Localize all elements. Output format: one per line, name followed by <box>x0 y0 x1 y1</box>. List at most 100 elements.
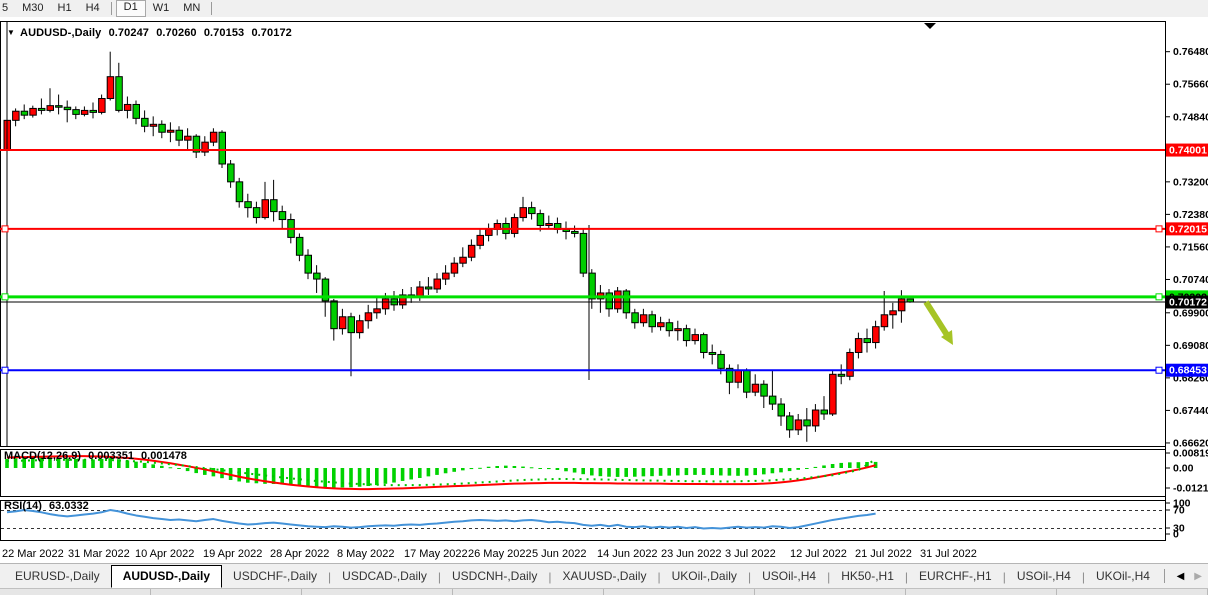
date-axis-label: 12 Jul 2022 <box>790 548 847 560</box>
tab-usdchfdaily[interactable]: USDCHF-,Daily <box>222 566 328 587</box>
macd-label: MACD(12,26,9) 0.003351 0.001478 <box>4 450 191 462</box>
chart-dropdown-icon[interactable]: ▼ <box>7 28 15 37</box>
tab-scroll-left-icon[interactable]: ◀ <box>1177 571 1185 582</box>
candle-body <box>529 208 536 214</box>
candle-body <box>812 410 819 426</box>
candle-body <box>38 108 45 110</box>
price-axis-label: 0.73200 <box>1173 176 1208 188</box>
macd-histogram-bar <box>822 465 826 468</box>
macd-histogram-bar <box>358 468 362 487</box>
candle-body <box>572 231 579 233</box>
tab-scroll-divider <box>1164 569 1165 583</box>
tab-separator: | <box>438 570 441 584</box>
tab-audusddaily[interactable]: AUDUSD-,Daily <box>111 565 222 588</box>
date-axis-label: 31 Mar 2022 <box>68 548 130 560</box>
ohlc-open: 0.70247 <box>109 27 149 39</box>
date-axis-label: 14 Jun 2022 <box>597 548 658 560</box>
candle-body <box>331 301 338 329</box>
candle-body <box>692 335 699 341</box>
macd-histogram-bar <box>461 468 465 470</box>
macd-histogram-bar <box>564 468 568 471</box>
candle-body <box>357 321 364 333</box>
macd-histogram-bar <box>444 468 448 473</box>
date-axis-label: 5 Jun 2022 <box>532 548 586 560</box>
candle-body <box>210 132 217 142</box>
tab-ukoildaily[interactable]: UKOil-,Daily <box>661 566 748 587</box>
tab-hk50h1[interactable]: HK50-,H1 <box>830 566 905 587</box>
price-axis-label: 0.67440 <box>1173 405 1208 417</box>
macd-histogram-bar <box>599 468 603 476</box>
macd-histogram-bar <box>237 468 241 481</box>
chart-svg[interactable]: 0.764800.756600.748400.732000.723800.715… <box>0 0 1208 593</box>
macd-histogram-bar <box>771 468 775 473</box>
macd-histogram-bar <box>702 468 706 475</box>
ohlc-high: 0.70260 <box>156 27 196 39</box>
tab-usoilh4[interactable]: USOil-,H4 <box>1006 566 1082 587</box>
tab-xauusddaily[interactable]: XAUUSD-,Daily <box>551 566 657 587</box>
candle-body <box>116 77 123 111</box>
macd-histogram-bar <box>590 468 594 475</box>
tab-separator: | <box>905 570 908 584</box>
macd-histogram-bar <box>366 468 370 486</box>
tab-usoilh4[interactable]: USOil-,H4 <box>751 566 827 587</box>
symbol-tabs: EURUSD-,DailyAUDUSD-,DailyUSDCHF-,Daily |… <box>0 564 1208 587</box>
macd-histogram-bar <box>452 468 456 472</box>
candle-body <box>374 309 381 313</box>
candle-body <box>838 374 845 376</box>
macd-histogram-bar <box>710 468 714 475</box>
candle-body <box>683 329 690 341</box>
candle-body <box>658 323 665 327</box>
macd-histogram-bar <box>435 468 439 475</box>
tab-scroll-right-icon[interactable]: ▶ <box>1194 571 1202 582</box>
macd-histogram-bar <box>805 468 809 469</box>
rsi-value: 63.0332 <box>49 500 89 512</box>
candle-body <box>124 104 130 110</box>
tab-ukoilh4[interactable]: UKOil-,H4 <box>1085 566 1161 587</box>
candle-body <box>348 317 355 333</box>
price-axis-label: 0.69900 <box>1173 307 1208 319</box>
candle-body <box>56 106 63 108</box>
line-anchor-marker <box>2 226 8 232</box>
rsi-label: RSI(14) 63.0332 <box>4 500 93 512</box>
macd-histogram-bar <box>788 468 792 471</box>
candle-body <box>821 410 828 414</box>
price-tag-label: 0.68453 <box>1169 365 1207 377</box>
tab-separator: | <box>827 570 830 584</box>
macd-histogram-bar <box>736 468 740 476</box>
candle-body <box>425 287 432 289</box>
candle-body <box>744 370 751 392</box>
chart-symbol-label: AUDUSD-,Daily <box>20 27 101 39</box>
macd-histogram-bar <box>642 468 646 476</box>
candle-body <box>219 132 226 164</box>
rsi-name: RSI(14) <box>4 500 42 512</box>
candle-body <box>142 118 149 126</box>
tab-eurchfh1[interactable]: EURCHF-,H1 <box>908 566 1003 587</box>
macd-histogram-bar <box>392 468 396 483</box>
line-anchor-marker <box>2 367 8 373</box>
price-axis-label: 0.76480 <box>1173 46 1208 58</box>
price-axis-label: 0.75660 <box>1173 79 1208 91</box>
tab-eurusddaily[interactable]: EURUSD-,Daily <box>4 566 111 587</box>
candle-body <box>314 273 321 279</box>
macd-histogram-bar <box>332 468 336 488</box>
macd-histogram-bar <box>401 468 405 481</box>
macd-histogram-bar <box>573 468 577 473</box>
candle-body <box>855 339 862 353</box>
candle-body <box>271 200 278 212</box>
macd-histogram-bar <box>831 464 835 468</box>
macd-histogram-bar <box>478 468 482 469</box>
candle-body <box>99 99 106 113</box>
date-axis-label: 19 Apr 2022 <box>203 548 262 560</box>
price-axis-label: 0.69080 <box>1173 340 1208 352</box>
date-axis-label: 23 Jun 2022 <box>661 548 722 560</box>
candle-body <box>890 311 897 315</box>
tab-usdcaddaily[interactable]: USDCAD-,Daily <box>331 566 438 587</box>
macd-histogram-bar <box>728 468 732 476</box>
candle-body <box>13 111 20 120</box>
tab-usdcnhdaily[interactable]: USDCNH-,Daily <box>441 566 548 587</box>
candle-body <box>804 420 811 426</box>
macd-histogram-bar <box>676 468 680 475</box>
candle-body <box>864 339 871 343</box>
ohlc-close: 0.70172 <box>251 27 291 39</box>
candle-body <box>365 313 372 321</box>
